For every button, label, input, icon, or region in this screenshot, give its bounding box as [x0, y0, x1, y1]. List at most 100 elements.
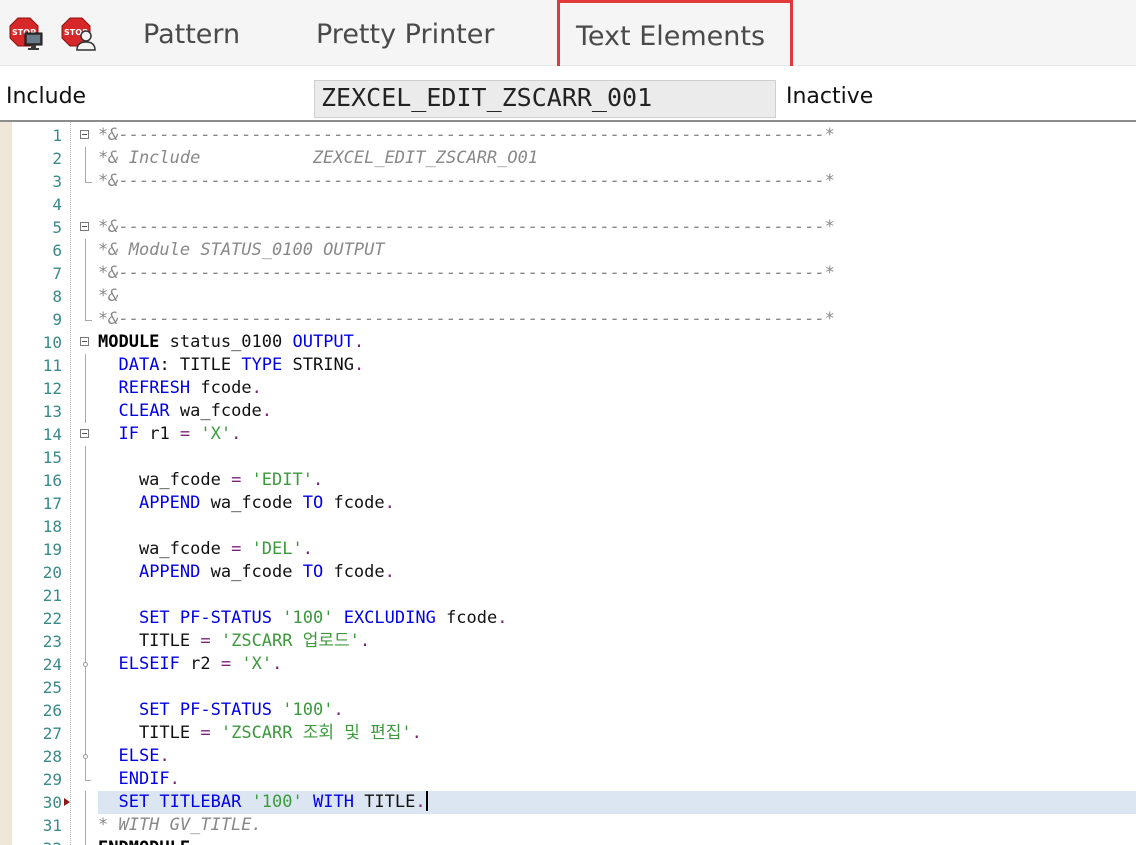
code-line[interactable]: 10 MODULE status_0100 OUTPUT. — [0, 331, 1136, 354]
code-line[interactable]: 18 — [0, 515, 1136, 538]
code-token: . — [359, 631, 371, 651]
fold-collapse-icon[interactable] — [80, 130, 89, 139]
code-editor[interactable]: 1 *&-------------------------------------… — [0, 122, 1136, 845]
code-line[interactable]: 8 *& — [0, 285, 1136, 308]
code-text[interactable]: wa_fcode = 'DEL'. — [98, 538, 1136, 561]
code-text[interactable] — [98, 584, 1136, 607]
code-line[interactable]: 24 ELSEIF r2 = 'X'. — [0, 653, 1136, 676]
code-line[interactable]: 9 *&-------------------------------------… — [0, 308, 1136, 331]
code-text[interactable]: *&--------------------------------------… — [98, 308, 1136, 331]
fold-guide — [85, 676, 86, 699]
code-line[interactable]: 2 *& Include ZEXCEL_EDIT_ZSCARR_O01 — [0, 147, 1136, 170]
code-line[interactable]: 15 — [0, 446, 1136, 469]
code-line[interactable]: 21 — [0, 584, 1136, 607]
code-line[interactable]: 23 TITLE = 'ZSCARR 업로드'. — [0, 630, 1136, 653]
code-line[interactable]: 3 *&-------------------------------------… — [0, 170, 1136, 193]
code-text[interactable]: *&--------------------------------------… — [98, 262, 1136, 285]
code-text[interactable]: REFRESH fcode. — [98, 377, 1136, 400]
code-line[interactable]: 12 REFRESH fcode. — [0, 377, 1136, 400]
code-text[interactable] — [98, 515, 1136, 538]
code-line[interactable]: 28 ELSE. — [0, 745, 1136, 768]
code-line[interactable]: 17 APPEND wa_fcode TO fcode. — [0, 492, 1136, 515]
code-text[interactable]: *&--------------------------------------… — [98, 124, 1136, 147]
line-number: 31 — [42, 816, 62, 835]
code-text[interactable] — [98, 676, 1136, 699]
code-text[interactable]: *&--------------------------------------… — [98, 170, 1136, 193]
code-line[interactable]: 20 APPEND wa_fcode TO fcode. — [0, 561, 1136, 584]
code-line[interactable]: 25 — [0, 676, 1136, 699]
code-line[interactable]: 7 *&-------------------------------------… — [0, 262, 1136, 285]
code-token: TYPE — [241, 355, 283, 375]
pattern-button[interactable]: Pattern — [143, 0, 240, 66]
line-number: 20 — [42, 563, 62, 582]
code-line[interactable]: 26 SET PF-STATUS '100'. — [0, 699, 1136, 722]
code-text[interactable]: MODULE status_0100 OUTPUT. — [98, 331, 1136, 354]
code-text[interactable]: ELSEIF r2 = 'X'. — [98, 653, 1136, 676]
fold-collapse-icon[interactable] — [80, 429, 89, 438]
code-token: STRING — [282, 355, 354, 375]
code-line[interactable]: 1 *&-------------------------------------… — [0, 124, 1136, 147]
code-token: EXCLUDING — [343, 608, 436, 628]
code-line[interactable]: 13 CLEAR wa_fcode. — [0, 400, 1136, 423]
code-token: REFRESH — [118, 378, 191, 398]
code-text[interactable]: *& Module STATUS_0100 OUTPUT — [98, 239, 1136, 262]
code-line[interactable]: 11 DATA: TITLE TYPE STRING. — [0, 354, 1136, 377]
fold-guide — [85, 446, 86, 469]
code-text[interactable]: DATA: TITLE TYPE STRING. — [98, 354, 1136, 377]
code-text[interactable] — [98, 446, 1136, 469]
fold-collapse-icon[interactable] — [80, 337, 89, 346]
code-text[interactable]: SET PF-STATUS '100' EXCLUDING fcode. — [98, 607, 1136, 630]
code-line[interactable]: 30 SET TITLEBAR '100' WITH TITLE. — [0, 791, 1136, 814]
code-text[interactable]: * WITH GV_TITLE. — [98, 814, 1136, 837]
code-line[interactable]: 5 *&-------------------------------------… — [0, 216, 1136, 239]
fold-guide — [85, 239, 86, 262]
code-text[interactable]: TITLE = 'ZSCARR 업로드'. — [98, 630, 1136, 653]
code-text[interactable]: CLEAR wa_fcode. — [98, 400, 1136, 423]
code-text[interactable]: SET TITLEBAR '100' WITH TITLE. — [98, 791, 1136, 814]
code-line[interactable]: 22 SET PF-STATUS '100' EXCLUDING fcode. — [0, 607, 1136, 630]
code-text[interactable]: TITLE = 'ZSCARR 조회 및 편집'. — [98, 722, 1136, 745]
fold-guide — [85, 722, 86, 745]
code-text[interactable]: IF r1 = 'X'. — [98, 423, 1136, 446]
text-elements-button[interactable]: Text Elements — [557, 0, 793, 73]
stop-user-icon[interactable]: STOP — [60, 16, 96, 52]
code-line[interactable]: 16 wa_fcode = 'EDIT'. — [0, 469, 1136, 492]
code-token: wa_fcode — [200, 562, 303, 582]
code-line[interactable]: 29 ENDIF. — [0, 768, 1136, 791]
code-text[interactable] — [98, 193, 1136, 216]
code-text[interactable]: APPEND wa_fcode TO fcode. — [98, 492, 1136, 515]
code-text[interactable]: *&--------------------------------------… — [98, 216, 1136, 239]
code-text[interactable]: ENDMODULE. — [98, 837, 1136, 845]
pretty-printer-button[interactable]: Pretty Printer — [316, 0, 494, 66]
code-text[interactable]: SET PF-STATUS '100'. — [98, 699, 1136, 722]
code-text[interactable]: ELSE. — [98, 745, 1136, 768]
code-text[interactable]: APPEND wa_fcode TO fcode. — [98, 561, 1136, 584]
code-line[interactable]: 6 *& Module STATUS_0100 OUTPUT — [0, 239, 1136, 262]
code-token: = — [220, 654, 232, 674]
code-token: *& Module STATUS_0100 OUTPUT — [98, 240, 385, 260]
code-token: = — [231, 539, 242, 559]
code-token: 'EDIT' — [251, 470, 313, 490]
code-line[interactable]: 19 wa_fcode = 'DEL'. — [0, 538, 1136, 561]
stop-monitor-icon[interactable]: STOP — [8, 16, 44, 52]
code-token: TITLE — [98, 631, 201, 651]
code-token: SET PF-STATUS — [138, 700, 273, 720]
code-line[interactable]: 4 — [0, 193, 1136, 216]
code-text[interactable]: *& Include ZEXCEL_EDIT_ZSCARR_O01 — [98, 147, 1136, 170]
fold-collapse-icon[interactable] — [80, 222, 89, 231]
code-line[interactable]: 14 IF r1 = 'X'. — [0, 423, 1136, 446]
code-text[interactable]: wa_fcode = 'EDIT'. — [98, 469, 1136, 492]
code-line[interactable]: 31 * WITH GV_TITLE. — [0, 814, 1136, 837]
code-token: ELSE — [118, 746, 160, 766]
code-line[interactable]: 27 TITLE = 'ZSCARR 조회 및 편집'. — [0, 722, 1136, 745]
fold-guide — [85, 262, 86, 285]
code-line[interactable]: 32 ENDMODULE. — [0, 837, 1136, 845]
include-name-field[interactable]: ZEXCEL_EDIT_ZSCARR_001 — [314, 80, 776, 118]
code-text[interactable]: *& — [98, 285, 1136, 308]
code-text[interactable]: ENDIF. — [98, 768, 1136, 791]
fold-guide — [85, 791, 86, 814]
